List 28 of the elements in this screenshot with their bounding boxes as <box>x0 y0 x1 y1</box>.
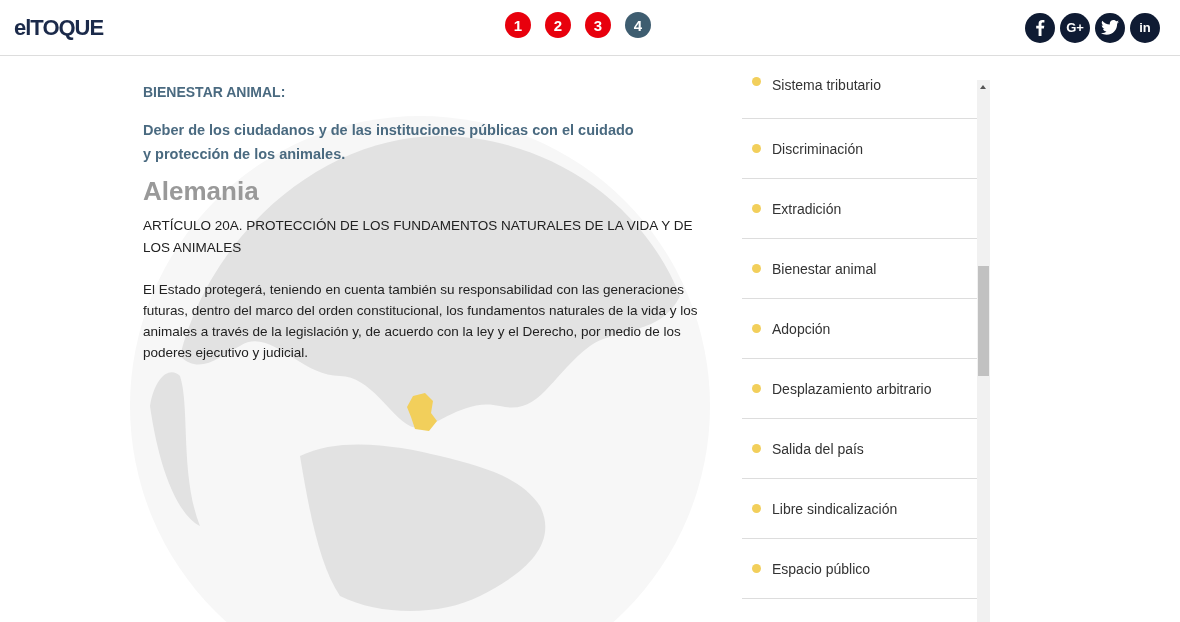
facebook-icon <box>1035 19 1045 36</box>
share-button[interactable]: in <box>1130 12 1160 43</box>
share-button[interactable]: G+ <box>1060 12 1090 43</box>
topic-description: Deber de los ciudadanos y de las instituciones públicas con el cuidado y protección de los animales. <box>143 121 635 164</box>
scrollbar-thumb[interactable] <box>978 266 989 376</box>
step-button[interactable]: 3 <box>585 12 611 38</box>
step-button[interactable]: 4 <box>625 12 651 38</box>
bird-icon <box>1101 20 1119 35</box>
scroll-up-icon[interactable] <box>980 85 986 89</box>
scrollbar[interactable] <box>977 80 990 622</box>
topic-label: Libre sindicalización <box>772 500 898 517</box>
share-button[interactable] <box>1095 12 1125 43</box>
topic-label: Bienestar animal <box>772 260 877 277</box>
topic-label: Extradición <box>772 200 842 217</box>
topic-label: Discriminación <box>772 140 864 157</box>
article-title: ARTÍCULO 20A. PROTECCIÓN DE LOS FUNDAMENTOS NATURALES DE LA VIDA Y DE LOS ANIMALES <box>143 217 694 257</box>
step-button[interactable]: 1 <box>505 12 531 38</box>
topic-label: Espacio público <box>772 560 871 577</box>
topic-heading: BIENESTAR ANIMAL: <box>143 84 287 100</box>
logo[interactable]: elTOQUE <box>14 14 104 41</box>
topic-label: Sistema tributario <box>772 77 881 93</box>
step-button[interactable]: 2 <box>545 12 571 38</box>
share-button[interactable] <box>1025 12 1055 43</box>
topic-label: Adopción <box>772 320 831 337</box>
topic-label: Salida del país <box>772 440 864 457</box>
topic-label: Desplazamiento arbitrario <box>772 380 932 397</box>
country-name: Alemania <box>143 176 260 207</box>
article-text: El Estado protegerá, teniendo en cuenta también su responsabilidad con las generaciones futuras, dentro del marco del orden constitucional, los fundamentos naturales de la vida y los animales a través de la legislación y, de acuerdo con la ley y el Derecho, por medio de los poderes ejecutivo y judicial. <box>143 281 699 362</box>
